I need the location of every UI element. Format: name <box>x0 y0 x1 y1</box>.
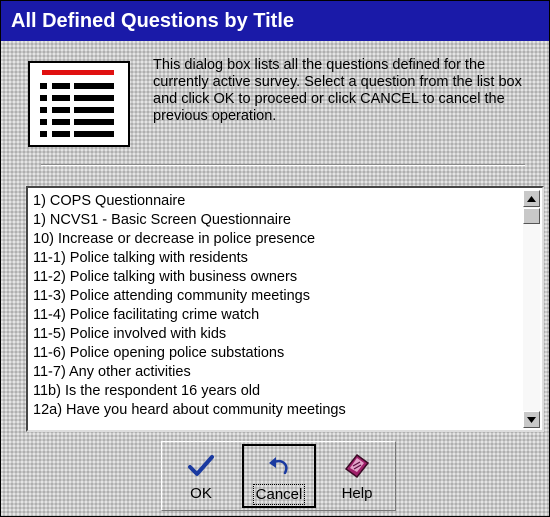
questions-dialog: All Defined Questions by Title This dial… <box>0 0 550 517</box>
ok-button[interactable]: OK <box>164 444 238 508</box>
vertical-scrollbar[interactable] <box>523 190 540 428</box>
ok-label: OK <box>190 485 212 502</box>
help-button[interactable]: Help <box>320 444 394 508</box>
undo-arrow-icon <box>269 457 288 475</box>
scrollbar-thumb[interactable] <box>523 208 540 224</box>
separator <box>41 164 525 166</box>
help-label: Help <box>341 485 373 502</box>
list-item[interactable]: 11-5) Police involved with kids <box>32 325 520 344</box>
scroll-down-button[interactable] <box>523 411 540 428</box>
list-item[interactable]: 11-4) Police facilitating crime watch <box>32 306 520 325</box>
list-item[interactable]: 11b) Is the respondent 16 years old <box>32 382 520 401</box>
list-document-icon <box>28 61 130 147</box>
help-book-icon <box>344 453 370 479</box>
arrow-down-icon <box>527 416 536 423</box>
list-item[interactable]: 1) NCVS1 - Basic Screen Questionnaire <box>32 211 520 230</box>
list-item[interactable]: 1) COPS Questionnaire <box>32 192 520 211</box>
list-item[interactable]: 11-1) Police talking with residents <box>32 249 520 268</box>
dialog-title-bar: All Defined Questions by Title <box>1 1 549 41</box>
questions-list: 1) COPS Questionnaire 1) NCVS1 - Basic S… <box>32 192 520 420</box>
questions-listbox[interactable]: 1) COPS Questionnaire 1) NCVS1 - Basic S… <box>26 186 544 432</box>
list-item[interactable]: 11-2) Police talking with business owner… <box>32 268 520 287</box>
list-item[interactable]: 12a) Have you heard about community meet… <box>32 401 520 420</box>
checkmark-icon <box>188 455 214 476</box>
list-item[interactable]: 10) Increase or decrease in police prese… <box>32 230 520 249</box>
dialog-title: All Defined Questions by Title <box>11 9 295 32</box>
dialog-description: This dialog box lists all the questions … <box>153 57 522 124</box>
scroll-up-button[interactable] <box>523 190 540 207</box>
list-item[interactable]: 11-7) Any other activities <box>32 363 520 382</box>
cancel-button[interactable]: Cancel <box>242 444 316 508</box>
cancel-label: Cancel <box>252 484 306 505</box>
arrow-up-icon <box>527 195 536 202</box>
button-bar: OK Cancel Help <box>161 441 396 511</box>
list-item[interactable]: 11-6) Police opening police substations <box>32 344 520 363</box>
list-item[interactable]: 11-3) Police attending community meeting… <box>32 287 520 306</box>
